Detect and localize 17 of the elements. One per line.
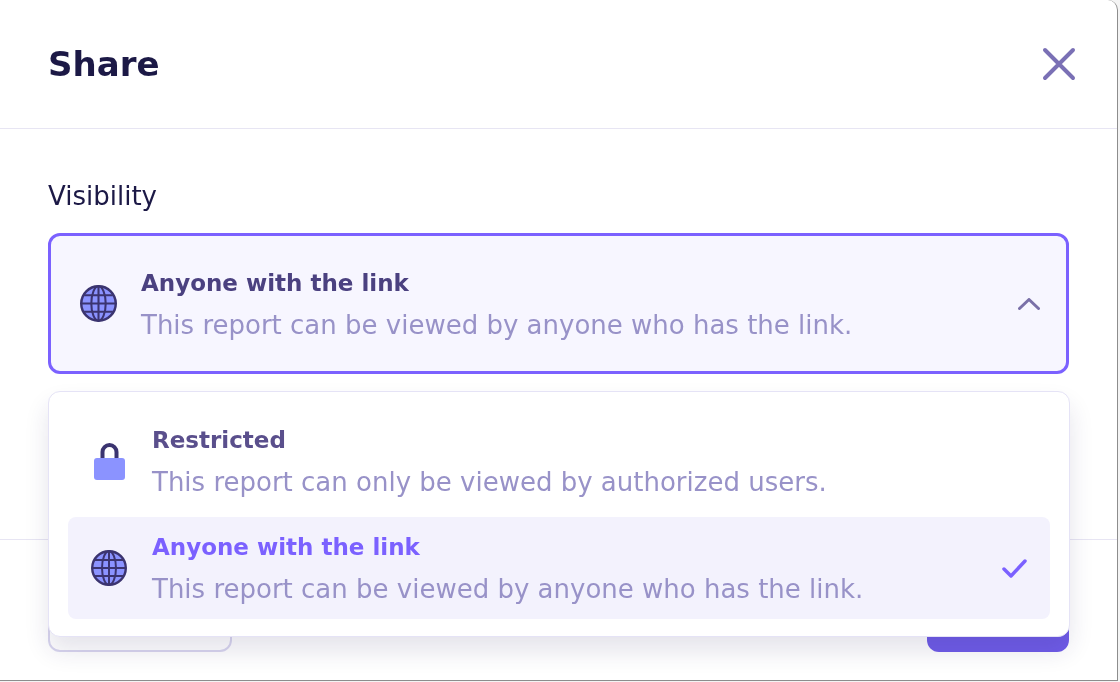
option-description: This report can only be viewed by authorized users. <box>152 466 827 499</box>
chevron-up-icon <box>1018 297 1040 310</box>
selected-value-title: Anyone with the link <box>141 268 409 298</box>
globe-icon <box>91 550 127 586</box>
lock-icon <box>94 442 125 480</box>
visibility-label: Visibility <box>48 180 157 213</box>
visibility-option[interactable]: Restricted This report can only be viewed by authorized users. <box>68 410 1050 512</box>
close-icon[interactable] <box>1042 47 1076 81</box>
option-title: Anyone with the link <box>152 533 420 562</box>
selected-value-description: This report can be viewed by anyone who has the link. <box>141 308 853 342</box>
option-title: Restricted <box>152 426 286 455</box>
checkmark-icon <box>1002 558 1027 578</box>
dialog-title: Share <box>48 43 160 86</box>
visibility-option[interactable]: Anyone with the link This report can be viewed by anyone who has the link. <box>68 517 1050 619</box>
globe-icon <box>80 285 117 322</box>
option-description: This report can be viewed by anyone who has the link. <box>152 573 864 606</box>
visibility-select[interactable]: Anyone with the link This report can be viewed by anyone who has the link. <box>48 233 1069 374</box>
